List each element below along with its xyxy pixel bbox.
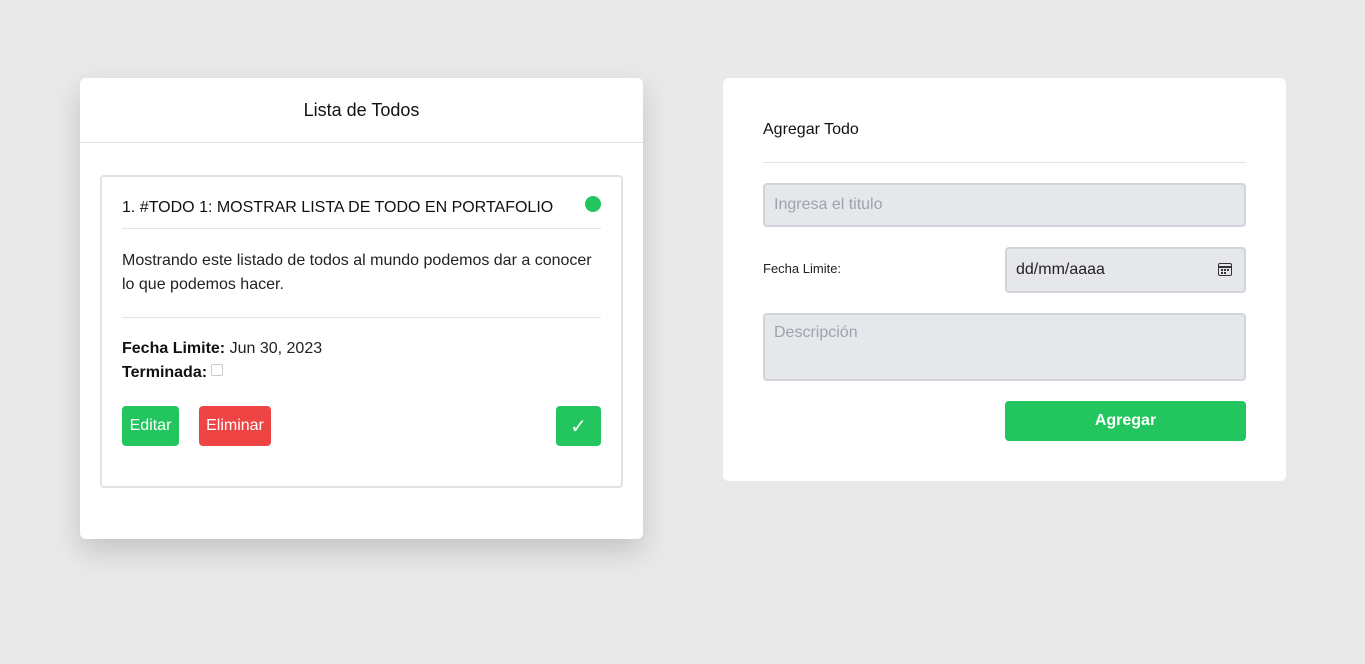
due-date-label: Fecha Limite: [122, 340, 226, 357]
todo-item: 1. #TODO 1: MOSTRAR LISTA DE TODO EN POR… [100, 175, 623, 488]
todo-list-title: Lista de Todos [80, 78, 643, 143]
edit-button[interactable]: Editar [122, 406, 179, 446]
done-checkbox[interactable] [211, 364, 224, 376]
description-input[interactable]: Descripción [763, 313, 1246, 381]
todo-due-date: Fecha Limite: Jun 30, 2023 [122, 340, 322, 358]
status-dot-icon [585, 196, 601, 212]
todo-divider [122, 228, 601, 229]
done-label: Terminada: [122, 364, 208, 381]
complete-button[interactable]: ✓ [556, 406, 601, 446]
todo-done-row: Terminada: [122, 364, 224, 382]
delete-button[interactable]: Eliminar [199, 406, 271, 446]
todo-title: 1. #TODO 1: MOSTRAR LISTA DE TODO EN POR… [122, 199, 554, 216]
date-input[interactable]: dd/mm/aaaa [1005, 247, 1246, 293]
add-button[interactable]: Agregar [1005, 401, 1246, 441]
add-todo-card: Agregar Todo Ingresa el titulo Fecha Lim… [723, 78, 1286, 481]
add-todo-title: Agregar Todo [763, 121, 859, 138]
date-label: Fecha Limite: [763, 261, 842, 276]
todo-divider [122, 317, 601, 318]
todo-description: Mostrando este listado de todos al mundo… [122, 252, 592, 293]
due-date-value: Jun 30, 2023 [229, 340, 323, 357]
date-placeholder: dd/mm/aaaa [1016, 261, 1105, 278]
calendar-icon[interactable] [1218, 263, 1232, 276]
form-divider [763, 162, 1246, 163]
title-input[interactable]: Ingresa el titulo [763, 183, 1246, 227]
todo-list-card: Lista de Todos 1. #TODO 1: MOSTRAR LISTA… [80, 78, 643, 539]
